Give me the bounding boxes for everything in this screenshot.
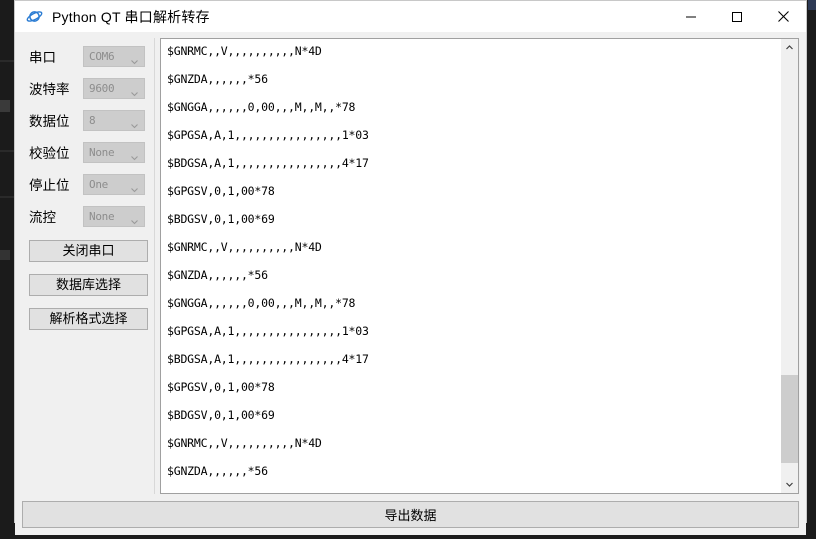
serial-port-value: COM6 (89, 49, 115, 63)
baud-rate-combobox[interactable]: 9600 (83, 77, 145, 99)
chevron-down-icon (130, 148, 139, 161)
serial-output-line: $GNZDA,,,,,,*56 (167, 72, 268, 86)
parity-combobox[interactable]: None (83, 141, 145, 163)
chevron-down-icon (130, 84, 139, 97)
chevron-down-icon[interactable] (781, 476, 798, 493)
serial-output-line: $GNRMC,,V,,,,,,,,,,N*4D (167, 436, 322, 450)
label-parity: 校验位 (29, 146, 70, 161)
data-bits-combobox[interactable]: 8 (83, 109, 145, 131)
label-baud-rate: 波特率 (29, 82, 70, 97)
data-bits-value: 8 (89, 113, 96, 127)
label-stop-bits: 停止位 (29, 178, 70, 193)
form-row-data-bits: 数据位 8 (22, 106, 155, 134)
scrollbar-thumb[interactable] (781, 375, 798, 464)
stop-bits-value: One (89, 177, 108, 191)
close-icon[interactable] (760, 1, 806, 32)
maximize-icon[interactable] (714, 1, 760, 32)
serial-output-textarea[interactable]: $GNRMC,,V,,,,,,,,,,N*4D $GNZDA,,,,,,*56 $G… (160, 38, 799, 494)
application-window: Python QT 串口解析转存 串口 COM6 波特率 9600 数据位 8 … (14, 0, 807, 535)
flow-control-combobox[interactable]: None (83, 205, 145, 227)
parse-format-select-button[interactable]: 解析格式选择 (29, 308, 148, 330)
desktop-artifact (0, 100, 10, 112)
serial-output-line: $GNZDA,,,,,,*56 (167, 268, 268, 282)
planet-icon (26, 8, 43, 25)
settings-sidebar: 串口 COM6 波特率 9600 数据位 8 校验位 None 停止位 One … (22, 38, 155, 494)
label-flow-control: 流控 (29, 210, 56, 225)
form-row-serial-port: 串口 COM6 (22, 42, 155, 70)
sidebar-divider (154, 38, 155, 494)
chevron-down-icon (130, 212, 139, 225)
serial-output-line: $GPGSA,A,1,,,,,,,,,,,,,,,,1*03 (167, 324, 369, 338)
serial-output-line: $BDGSV,0,1,00*69 (167, 212, 275, 226)
window-body: 串口 COM6 波特率 9600 数据位 8 校验位 None 停止位 One … (15, 32, 806, 535)
desktop-artifact (0, 150, 14, 152)
content-row: 串口 COM6 波特率 9600 数据位 8 校验位 None 停止位 One … (22, 38, 799, 494)
serial-output-line: $BDGSV,0,1,00*69 (167, 408, 275, 422)
minimize-icon[interactable] (668, 1, 714, 32)
serial-output-line: $GPGSV,0,1,00*78 (167, 380, 275, 394)
serial-output-line: $GPGSA,A,1,,,,,,,,,,,,,,,,1*03 (167, 128, 369, 142)
serial-output-line: $BDGSA,A,1,,,,,,,,,,,,,,,,4*17 (167, 352, 369, 366)
serial-output-line: $GNGGA,,,,,,0,00,,,M,,M,,*78 (167, 296, 356, 310)
vertical-scrollbar[interactable] (780, 39, 798, 493)
serial-output-line: $GNRMC,,V,,,,,,,,,,N*4D (167, 240, 322, 254)
desktop-artifact (808, 0, 816, 10)
chevron-up-icon[interactable] (781, 39, 798, 56)
parity-value: None (89, 145, 115, 159)
form-row-flow-control: 流控 None (22, 202, 155, 230)
chevron-down-icon (130, 116, 139, 129)
form-row-baud-rate: 波特率 9600 (22, 74, 155, 102)
serial-output-line: $GPGSV,0,1,00*78 (167, 184, 275, 198)
desktop-backdrop: Python QT 串口解析转存 串口 COM6 波特率 9600 数据位 8 … (0, 0, 816, 539)
serial-output-line: $BDGSA,A,1,,,,,,,,,,,,,,,,4*17 (167, 156, 369, 170)
desktop-artifact (0, 60, 14, 62)
baud-rate-value: 9600 (89, 81, 115, 95)
desktop-artifact (0, 250, 10, 260)
database-select-button[interactable]: 数据库选择 (29, 274, 148, 296)
export-data-button[interactable]: 导出数据 (22, 501, 799, 528)
serial-output-line: $GNZDA,,,,,,*56 (167, 464, 268, 478)
serial-output-lines: $GNRMC,,V,,,,,,,,,,N*4D $GNZDA,,,,,,*56 $G… (161, 39, 780, 493)
serial-output-line: $GNGGA,,,,,,0,00,,,M,,M,,*78 (167, 100, 356, 114)
stop-bits-combobox[interactable]: One (83, 173, 145, 195)
chevron-down-icon (130, 52, 139, 65)
form-row-stop-bits: 停止位 One (22, 170, 155, 198)
window-title: Python QT 串口解析转存 (52, 8, 210, 25)
flow-control-value: None (89, 209, 115, 223)
chevron-down-icon (130, 180, 139, 193)
label-data-bits: 数据位 (29, 114, 70, 129)
close-serial-button[interactable]: 关闭串口 (29, 240, 148, 262)
label-serial-port: 串口 (29, 50, 56, 65)
title-bar: Python QT 串口解析转存 (15, 1, 806, 32)
scrollbar-track[interactable] (781, 56, 798, 476)
window-controls (668, 1, 806, 32)
serial-port-combobox[interactable]: COM6 (83, 45, 145, 67)
form-row-parity: 校验位 None (22, 138, 155, 166)
serial-output-line: $GNRMC,,V,,,,,,,,,,N*4D (167, 44, 322, 58)
desktop-artifact (0, 196, 14, 198)
